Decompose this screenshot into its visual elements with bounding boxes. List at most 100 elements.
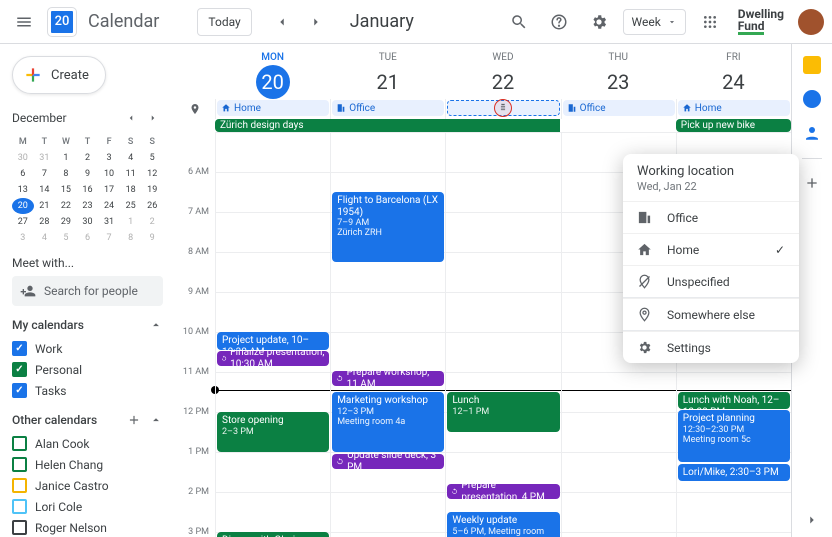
mini-day[interactable]: 14: [34, 182, 56, 198]
mini-day[interactable]: 22: [55, 198, 77, 214]
mini-day[interactable]: 24: [98, 198, 120, 214]
event[interactable]: Marketing workshop12–3 PMMeeting room 4a: [332, 392, 444, 452]
event[interactable]: Prepare presentation, 4 PM: [447, 484, 559, 499]
popup-option-home[interactable]: Home✓: [623, 233, 799, 265]
mini-day[interactable]: 8: [55, 166, 77, 182]
mini-day[interactable]: 18: [120, 182, 142, 198]
day-column[interactable]: Flight to Barcelona (LX 1954)7–9 AMZüric…: [330, 132, 445, 537]
event[interactable]: Finalize presentation, 10:30 AM: [217, 351, 329, 366]
event[interactable]: Flight to Barcelona (LX 1954)7–9 AMZüric…: [332, 192, 444, 262]
mini-day[interactable]: 3: [98, 150, 120, 166]
search-icon[interactable]: [503, 6, 535, 38]
calendar-item[interactable]: Tasks: [12, 380, 163, 401]
day-column[interactable]: Project update, 10–10:30 AMFinalize pres…: [215, 132, 330, 537]
day-header[interactable]: TUE21: [330, 52, 445, 99]
event[interactable]: Lunch12–1 PM: [447, 392, 559, 432]
calendar-item[interactable]: Helen Chang: [12, 454, 163, 475]
location-chip[interactable]: Home: [678, 100, 790, 116]
event[interactable]: Prepare workshop, 11 AM: [332, 371, 444, 386]
mini-day[interactable]: 27: [12, 214, 34, 230]
location-chip[interactable]: Office: [563, 100, 675, 116]
account-avatar[interactable]: [798, 9, 824, 35]
other-calendars-header[interactable]: Other calendars: [12, 413, 163, 427]
mini-day[interactable]: 15: [55, 182, 77, 198]
calendar-checkbox[interactable]: [12, 457, 27, 472]
day-header[interactable]: WED22: [445, 52, 560, 99]
location-chip[interactable]: Home: [217, 100, 329, 116]
mini-next-icon[interactable]: [143, 108, 163, 128]
my-calendars-header[interactable]: My calendars: [12, 318, 163, 332]
mini-day[interactable]: 30: [12, 150, 34, 166]
mini-day[interactable]: 31: [98, 214, 120, 230]
today-button[interactable]: Today: [197, 8, 251, 36]
mini-day[interactable]: 6: [12, 166, 34, 182]
add-calendar-icon[interactable]: [127, 413, 141, 427]
mini-day[interactable]: 11: [120, 166, 142, 182]
event[interactable]: Lori/Mike, 2:30–3 PM: [678, 464, 790, 481]
popup-option-office[interactable]: Office: [623, 201, 799, 233]
keep-icon[interactable]: [803, 56, 821, 74]
settings-icon[interactable]: [583, 6, 615, 38]
mini-day[interactable]: 9: [77, 166, 99, 182]
popup-option-pin[interactable]: Somewhere else: [623, 298, 799, 330]
mini-day[interactable]: 13: [12, 182, 34, 198]
calendar-item[interactable]: Alan Cook: [12, 433, 163, 454]
mini-day[interactable]: 1: [55, 150, 77, 166]
mini-day[interactable]: 4: [34, 230, 56, 246]
mini-day[interactable]: 19: [141, 182, 163, 198]
calendar-checkbox[interactable]: [12, 520, 27, 535]
allday-event[interactable]: Pick up new bike: [676, 119, 791, 132]
popup-option-gear[interactable]: Settings: [623, 331, 799, 363]
day-header[interactable]: MON20: [215, 52, 330, 99]
mini-day[interactable]: 1: [120, 214, 142, 230]
mini-day[interactable]: 4: [120, 150, 142, 166]
mini-day[interactable]: 2: [77, 150, 99, 166]
day-column[interactable]: Lunch12–1 PMPrepare presentation, 4 PMWe…: [445, 132, 560, 537]
mini-day[interactable]: 26: [141, 198, 163, 214]
mini-day[interactable]: 5: [141, 150, 163, 166]
mini-day[interactable]: 7: [34, 166, 56, 182]
event[interactable]: Update slide deck, 3 PM: [332, 454, 444, 469]
mini-day[interactable]: 23: [77, 198, 99, 214]
location-chip-empty[interactable]: [447, 100, 559, 116]
mini-day[interactable]: 30: [77, 214, 99, 230]
mini-prev-icon[interactable]: [121, 108, 141, 128]
mini-day[interactable]: 21: [34, 198, 56, 214]
calendar-item[interactable]: Janice Castro: [12, 475, 163, 496]
menu-icon[interactable]: [8, 6, 40, 38]
mini-day[interactable]: 5: [55, 230, 77, 246]
event[interactable]: Store opening2–3 PM: [217, 412, 329, 452]
next-period-button[interactable]: [300, 6, 332, 38]
mini-calendar[interactable]: MTWTFSS303112345678910111213141516171819…: [12, 134, 163, 246]
calendar-checkbox[interactable]: [12, 436, 27, 451]
mini-day[interactable]: 12: [141, 166, 163, 182]
mini-day[interactable]: 2: [141, 214, 163, 230]
mini-day[interactable]: 3: [12, 230, 34, 246]
tasks-icon[interactable]: [803, 90, 821, 108]
mini-day[interactable]: 6: [77, 230, 99, 246]
calendar-item[interactable]: Work: [12, 338, 163, 359]
calendar-checkbox[interactable]: [12, 362, 27, 377]
mini-day[interactable]: 28: [34, 214, 56, 230]
calendar-checkbox[interactable]: [12, 383, 27, 398]
event[interactable]: Project update, 10–10:30 AM: [217, 332, 329, 350]
calendar-checkbox[interactable]: [12, 499, 27, 514]
mini-day[interactable]: 7: [98, 230, 120, 246]
mini-day[interactable]: 20: [12, 198, 34, 214]
mini-day[interactable]: 16: [77, 182, 99, 198]
mini-day[interactable]: 8: [120, 230, 142, 246]
search-people-input[interactable]: Search for people: [12, 276, 163, 306]
day-header[interactable]: THU23: [561, 52, 676, 99]
mini-day[interactable]: 9: [141, 230, 163, 246]
mini-day[interactable]: 17: [98, 182, 120, 198]
event[interactable]: Project planning12:30–2:30 PMMeeting roo…: [678, 410, 790, 462]
calendar-item[interactable]: Lori Cole: [12, 496, 163, 517]
contacts-icon[interactable]: [803, 124, 821, 142]
calendar-item[interactable]: Personal: [12, 359, 163, 380]
mini-day[interactable]: 25: [120, 198, 142, 214]
location-chip[interactable]: Office: [332, 100, 444, 116]
add-addon-icon[interactable]: [804, 175, 820, 191]
apps-icon[interactable]: [694, 6, 726, 38]
calendar-checkbox[interactable]: [12, 478, 27, 493]
prev-period-button[interactable]: [266, 6, 298, 38]
